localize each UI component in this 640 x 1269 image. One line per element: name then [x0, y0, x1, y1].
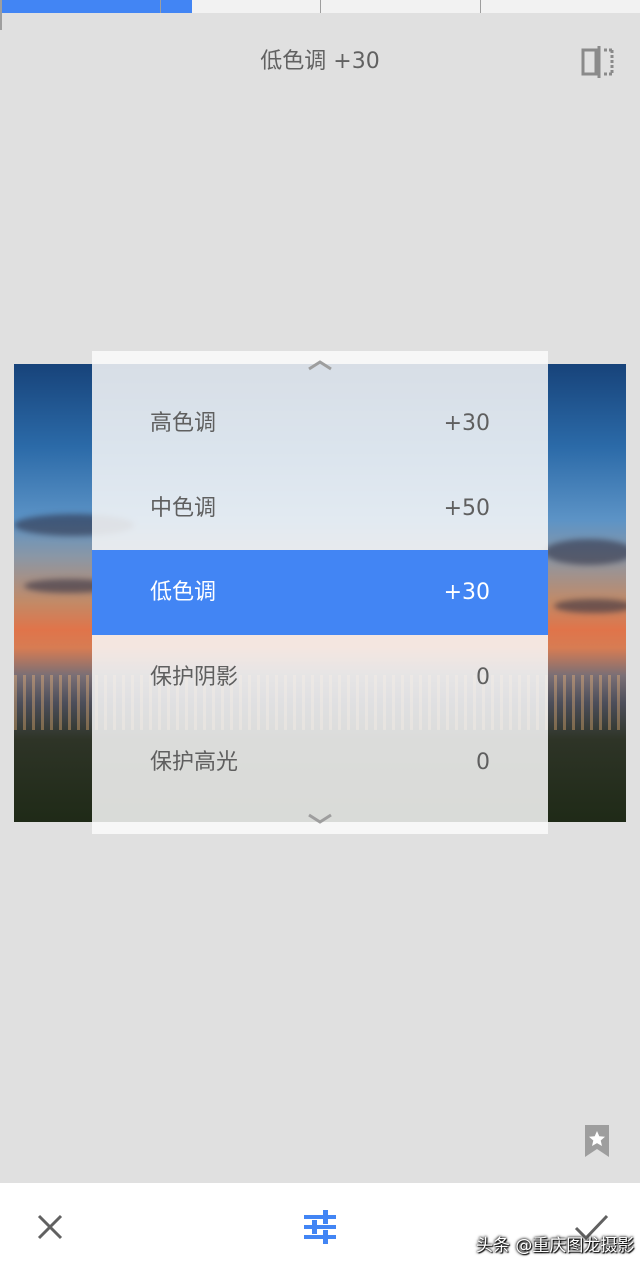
menu-item-label: 高色调	[150, 411, 217, 436]
slider-tick	[480, 0, 481, 13]
menu-item-highlights-tone[interactable]: 高色调 +30	[92, 381, 548, 466]
adjustment-title: 低色调 +30	[260, 49, 380, 74]
photo-cloud	[554, 599, 626, 613]
watermark-text: 头条 @重庆图龙摄影	[476, 1236, 635, 1256]
chevron-down-icon[interactable]	[305, 811, 335, 827]
slider-tick	[160, 0, 161, 13]
close-icon[interactable]	[30, 1207, 70, 1247]
tune-sliders-icon[interactable]	[300, 1207, 340, 1247]
menu-item-label: 保护阴影	[150, 665, 239, 690]
bookmark-star-icon[interactable]	[582, 1124, 612, 1158]
chevron-up-icon[interactable]	[305, 357, 335, 373]
top-slider-fill	[0, 0, 192, 13]
compare-split-icon[interactable]	[578, 42, 618, 82]
menu-item-value: +30	[443, 411, 490, 436]
menu-item-label: 中色调	[150, 496, 217, 521]
adjustment-menu: 高色调 +30 中色调 +50 低色调 +30 保护阴影 0 保护高光 0	[92, 351, 548, 834]
menu-item-label: 低色调	[150, 580, 217, 605]
menu-item-value: 0	[476, 665, 490, 690]
menu-item-protect-shadows[interactable]: 保护阴影 0	[92, 635, 548, 720]
menu-item-label: 保护高光	[150, 750, 239, 775]
menu-item-midtones[interactable]: 中色调 +50	[92, 466, 548, 551]
menu-item-protect-highlights[interactable]: 保护高光 0	[92, 720, 548, 805]
top-slider-track[interactable]	[0, 0, 640, 13]
menu-item-value: +50	[443, 496, 490, 521]
menu-item-value: 0	[476, 750, 490, 775]
menu-item-value: +30	[443, 580, 490, 605]
slider-start-mark	[0, 0, 2, 30]
slider-tick	[320, 0, 321, 13]
menu-item-shadows-tone-selected[interactable]: 低色调 +30	[92, 550, 548, 635]
photo-cloud	[544, 539, 626, 565]
